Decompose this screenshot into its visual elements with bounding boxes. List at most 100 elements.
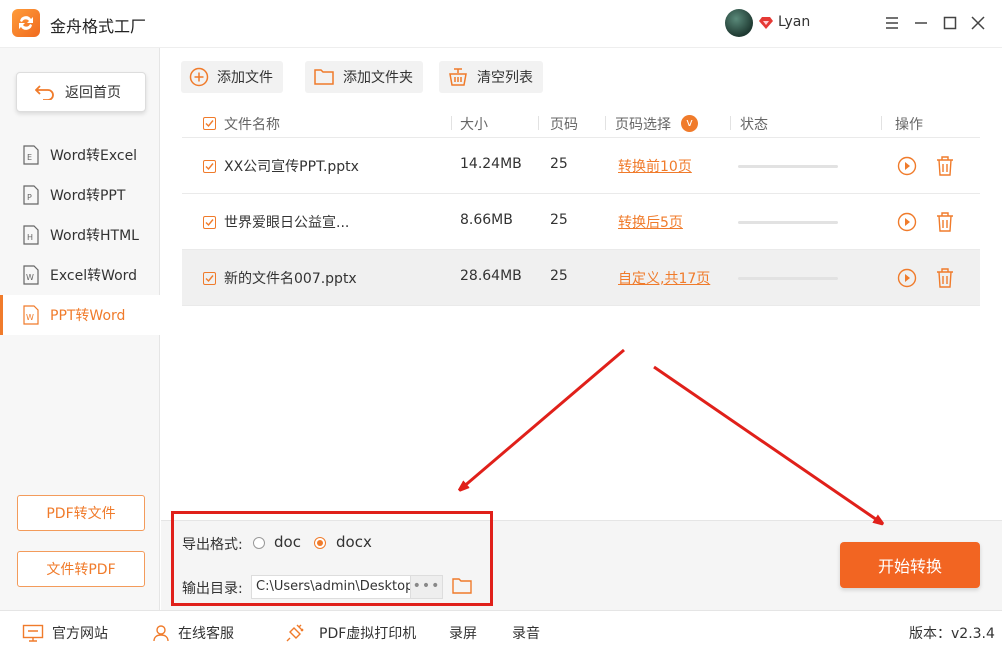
svg-text:P: P (27, 193, 32, 202)
file-name: XX公司宣传PPT.pptx (224, 159, 359, 175)
sidebar-item-excel-to-word[interactable]: W Excel转Word (0, 255, 160, 295)
page-select-batch-button[interactable]: v (681, 115, 698, 132)
screen-record-link[interactable]: 录屏 (449, 623, 477, 643)
add-file-label: 添加文件 (217, 70, 273, 86)
maximize-icon[interactable] (941, 14, 959, 32)
broom-basket-icon (449, 68, 467, 86)
table-row[interactable]: 世界爱眼日公益宣... 8.66MB 25 转换后5页 (182, 194, 980, 250)
back-home-button[interactable]: 返回首页 (16, 72, 146, 112)
col-divider (605, 116, 606, 130)
word-doc-icon: W (23, 305, 39, 325)
add-file-button[interactable]: 添加文件 (181, 61, 283, 93)
col-header-name[interactable]: 文件名称 (224, 114, 280, 134)
back-home-label: 返回首页 (65, 85, 121, 101)
username-label[interactable]: Lyan (778, 14, 810, 30)
close-icon[interactable] (969, 14, 987, 32)
page-select-link[interactable]: 转换前10页 (618, 156, 692, 176)
plug-icon (286, 624, 304, 642)
sidebar-item-word-to-excel[interactable]: E Word转Excel (0, 135, 160, 175)
back-arrow-icon (35, 85, 54, 100)
clear-list-label: 清空列表 (477, 70, 533, 86)
start-convert-button[interactable]: 开始转换 (840, 542, 980, 588)
file-to-pdf-button[interactable]: 文件转PDF (17, 551, 145, 587)
progress-bar (738, 221, 838, 224)
file-size: 14.24MB (460, 156, 522, 172)
page-select-link[interactable]: 转换后5页 (618, 212, 683, 232)
user-service-icon (153, 625, 169, 642)
highlight-annotation-box (171, 511, 493, 606)
minimize-icon[interactable] (912, 14, 930, 32)
official-website-link[interactable]: 官方网站 (22, 623, 108, 643)
svg-text:W: W (26, 273, 34, 282)
sidebar-item-label: Word转Excel (50, 148, 138, 164)
sidebar-item-ppt-to-word[interactable]: W PPT转Word (0, 295, 160, 335)
col-divider (730, 116, 731, 130)
arrow-to-settings (462, 348, 625, 488)
sidebar-item-word-to-ppt[interactable]: P Word转PPT (0, 175, 160, 215)
word-doc-icon: W (23, 265, 39, 285)
arrow-to-start (653, 365, 880, 522)
row-checkbox[interactable] (203, 272, 216, 285)
menu-icon[interactable] (883, 14, 901, 32)
play-icon[interactable] (897, 268, 917, 288)
col-header-ops: 操作 (895, 117, 923, 133)
table-row[interactable]: 新的文件名007.pptx 28.64MB 25 自定义,共17页 (182, 250, 980, 306)
file-size: 28.64MB (460, 268, 522, 284)
sidebar-item-label: Word转HTML (50, 228, 139, 244)
row-checkbox[interactable] (203, 216, 216, 229)
row-checkbox[interactable] (203, 160, 216, 173)
pdf-to-file-button[interactable]: PDF转文件 (17, 495, 145, 531)
html-doc-icon: H (23, 225, 39, 245)
user-avatar[interactable] (725, 9, 753, 37)
page-select-link[interactable]: 自定义,共17页 (618, 268, 710, 288)
col-header-size[interactable]: 大小 (460, 114, 488, 134)
col-divider (881, 116, 882, 130)
svg-text:E: E (27, 153, 32, 162)
col-header-pages[interactable]: 页码 (550, 114, 578, 134)
file-pages: 25 (550, 156, 568, 172)
folder-icon (314, 69, 334, 85)
trash-icon[interactable] (935, 211, 955, 233)
trash-icon[interactable] (935, 155, 955, 177)
svg-text:H: H (27, 233, 33, 242)
col-divider (538, 116, 539, 130)
sidebar-item-label: Word转PPT (50, 188, 126, 204)
version-label: 版本：v2.3.4 (909, 626, 995, 642)
col-divider (451, 116, 452, 130)
vip-diamond-icon (759, 17, 773, 29)
play-icon[interactable] (897, 212, 917, 232)
app-title: 金舟格式工厂 (50, 17, 147, 36)
excel-doc-icon: E (23, 145, 39, 165)
title-bar: 金舟格式工厂 Lyan (0, 0, 1002, 48)
file-table-header: 文件名称 大小 页码 页码选择 v 状态 操作 (182, 108, 980, 138)
audio-record-link[interactable]: 录音 (512, 623, 540, 643)
monitor-icon (22, 624, 44, 642)
file-name: 新的文件名007.pptx (224, 271, 357, 287)
play-icon[interactable] (897, 156, 917, 176)
svg-text:W: W (26, 313, 34, 322)
progress-bar (738, 277, 838, 280)
footer-bar: 官方网站 在线客服 PDF虚拟打印机 录屏 录音 版本：v2.3.4 (0, 610, 1002, 652)
conversion-nav: E Word转Excel P Word转PPT H Word转HTML W Ex… (0, 135, 160, 335)
table-row[interactable]: XX公司宣传PPT.pptx 14.24MB 25 转换前10页 (182, 138, 980, 194)
official-website-label: 官方网站 (52, 626, 108, 642)
pdf-printer-link[interactable]: PDF虚拟打印机 (285, 623, 416, 643)
file-pages: 25 (550, 212, 568, 228)
progress-bar (738, 165, 838, 168)
app-logo-icon (12, 9, 40, 37)
sidebar-item-label: PPT转Word (50, 308, 126, 324)
sidebar-item-word-to-html[interactable]: H Word转HTML (0, 215, 160, 255)
file-size: 8.66MB (460, 212, 513, 228)
online-support-link[interactable]: 在线客服 (152, 623, 234, 643)
add-folder-button[interactable]: 添加文件夹 (305, 61, 423, 93)
online-support-label: 在线客服 (178, 626, 234, 642)
clear-list-button[interactable]: 清空列表 (439, 61, 543, 93)
trash-icon[interactable] (935, 267, 955, 289)
ppt-doc-icon: P (23, 185, 39, 205)
file-name: 世界爱眼日公益宣... (224, 215, 350, 231)
col-header-status[interactable]: 状态 (740, 114, 768, 134)
select-all-checkbox[interactable] (203, 117, 216, 130)
sidebar-item-label: Excel转Word (50, 268, 138, 284)
file-pages: 25 (550, 268, 568, 284)
col-header-page-select[interactable]: 页码选择 (615, 114, 671, 134)
